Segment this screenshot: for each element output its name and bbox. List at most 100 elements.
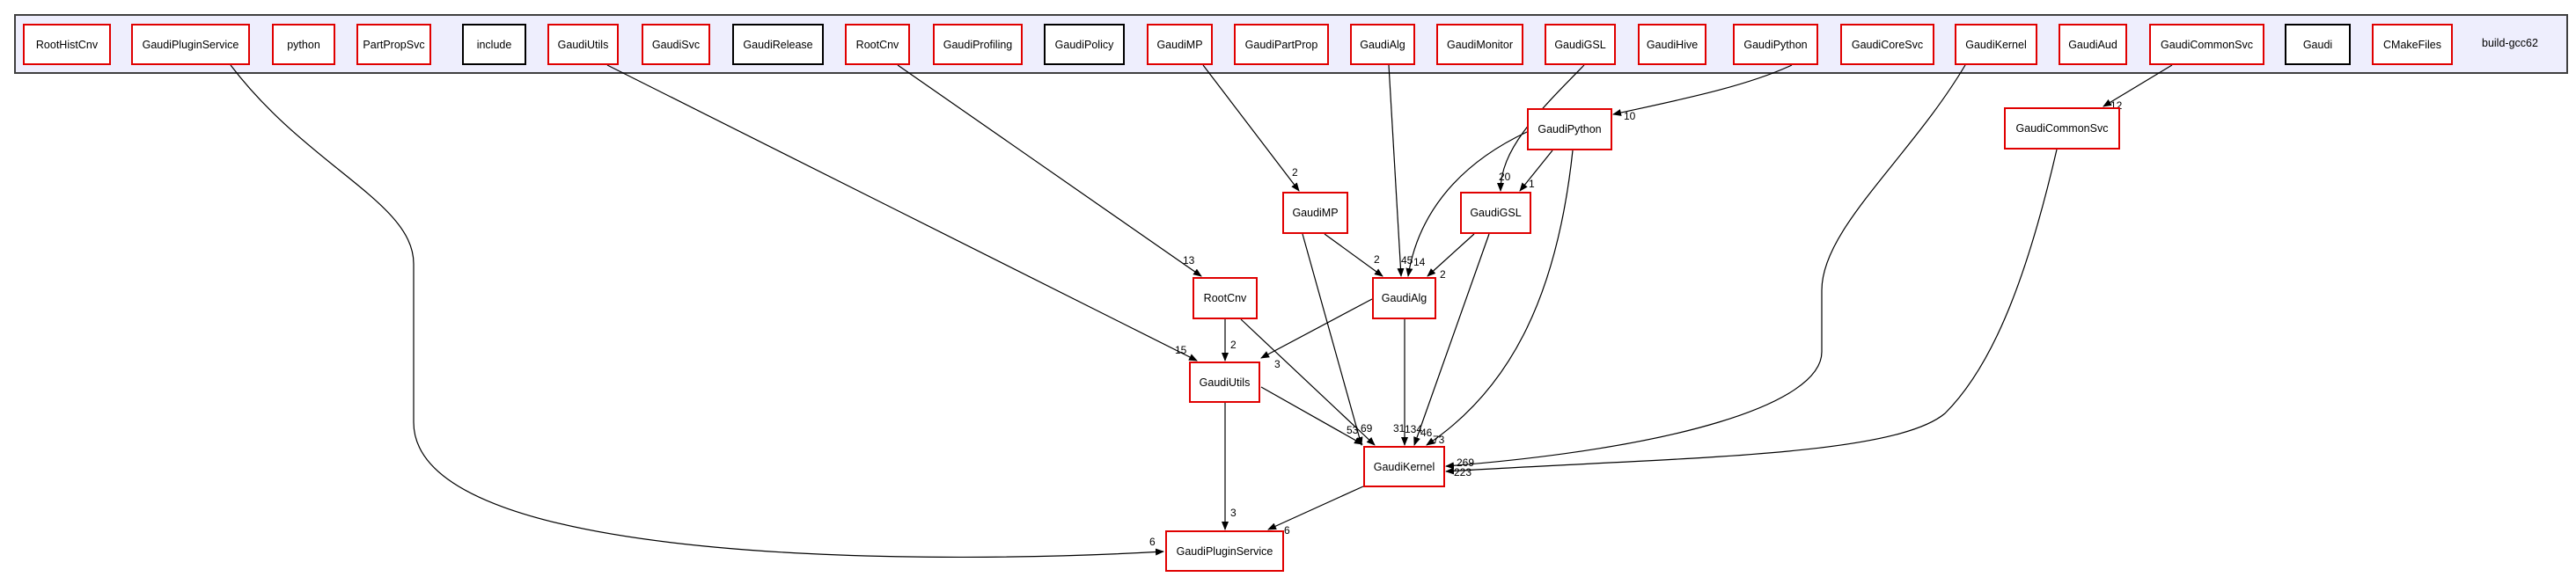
edge-top-gaudimp-to-gaudimp (1202, 64, 1300, 192)
node-label: GaudiPluginService (1176, 544, 1273, 558)
edge-label[interactable]: 2 (1374, 253, 1380, 266)
node-gaudimp[interactable]: GaudiMP (1282, 192, 1348, 234)
node-label: GaudiSvc (651, 38, 701, 51)
edge-top-gaudipython-to-gaudipython (1612, 64, 1793, 116)
node-label: RootCnv (1203, 292, 1247, 304)
node-label: GaudiPolicy (1054, 38, 1114, 51)
node-label: GaudiUtils (1199, 376, 1251, 389)
node-gaudipython[interactable]: GaudiPython (1527, 108, 1612, 150)
cluster-node-gaudi[interactable]: Gaudi (2285, 24, 2351, 65)
node-label: include (476, 38, 512, 51)
edge-label[interactable]: 69 (1361, 422, 1373, 435)
edge-label[interactable]: 14 (1413, 256, 1426, 268)
node-label: GaudiRelease (743, 38, 813, 51)
edge-label[interactable]: 46 (1420, 427, 1433, 439)
cluster-node-partpropsvc[interactable]: PartPropSvc (356, 24, 431, 65)
cluster-node-gaudigsl[interactable]: GaudiGSL (1545, 24, 1616, 65)
edge-label[interactable]: 3 (1274, 358, 1281, 370)
cluster-node-gaudiutils[interactable]: GaudiUtils (547, 24, 619, 65)
edge-label[interactable]: 2 (1292, 166, 1298, 179)
edge-label[interactable]: 73 (1433, 434, 1445, 446)
node-label: RootHistCnv (35, 38, 99, 51)
node-label: GaudiCommonSvc (2161, 38, 2253, 51)
cluster-node-gaudirelease[interactable]: GaudiRelease (732, 24, 824, 65)
node-label: GaudiAlg (1381, 292, 1427, 304)
node-gaudigsl[interactable]: GaudiGSL (1460, 192, 1531, 234)
edge-label[interactable]: 31 (1393, 422, 1405, 435)
cluster-node-roothistcnv[interactable]: RootHistCnv (23, 24, 111, 65)
node-label: GaudiCoreSvc (1851, 38, 1924, 51)
edge-gaudikernel-to-gaudipluginservice (1267, 486, 1364, 530)
node-label: GaudiPartProp (1244, 38, 1318, 51)
node-label: GaudiMP (1156, 38, 1203, 51)
node-label: python (287, 38, 320, 51)
node-label: GaudiMP (1292, 207, 1339, 219)
cluster-node-gaudialg[interactable]: GaudiAlg (1350, 24, 1415, 65)
cluster-node-gaudihive[interactable]: GaudiHive (1638, 24, 1706, 65)
cluster-node-rootcnv[interactable]: RootCnv (845, 24, 910, 65)
edge-top-gaudialg-to-gaudialg (1388, 64, 1405, 277)
node-label: PartPropSvc (363, 38, 425, 51)
node-label: GaudiPluginService (142, 38, 239, 51)
node-label: GaudiUtils (557, 38, 609, 51)
node-label: GaudiGSL (1554, 38, 1606, 51)
node-gaudialg[interactable]: GaudiAlg (1372, 277, 1436, 319)
edge-top-gaudiutils-to-gaudiutils (606, 64, 1198, 362)
cluster-node-gaudicommonsvc[interactable]: GaudiCommonSvc (2149, 24, 2264, 65)
edge-label[interactable]: 6 (1149, 536, 1156, 548)
node-label: GaudiPython (1743, 38, 1808, 51)
node-label: GaudiAlg (1360, 38, 1405, 51)
node-label: Gaudi (2302, 38, 2333, 51)
node-label: GaudiKernel (1965, 38, 2027, 51)
edge-label[interactable]: 223 (1454, 466, 1471, 478)
node-gaudiutils[interactable]: GaudiUtils (1189, 362, 1260, 403)
edge-top-gaudipluginservice-to-gaudipluginservice (230, 64, 1164, 559)
cluster-node-gaudipython[interactable]: GaudiPython (1733, 24, 1818, 65)
edge-label[interactable]: 10 (1624, 110, 1636, 122)
edge-label[interactable]: 6 (1284, 524, 1290, 537)
cluster-node-gaudipartprop[interactable]: GaudiPartProp (1234, 24, 1329, 65)
edge-gaudimp-to-gaudikernel (1302, 233, 1363, 446)
dependency-graph: build-gcc62 6 15 13 2 45 20 10 269 12 1 14 73 2 31 2 46… (0, 0, 2576, 577)
edge-gaudipython-to-gaudigsl (1519, 150, 1553, 192)
node-gaudipluginservice[interactable]: GaudiPluginService (1165, 530, 1284, 572)
edge-label[interactable]: 1 (1529, 178, 1535, 190)
node-gaudicommonsvc[interactable]: GaudiCommonSvc (2004, 107, 2120, 150)
node-label: GaudiKernel (1373, 460, 1435, 473)
edge-gaudicommonsvc-to-gaudikernel (1445, 149, 2058, 475)
edge-label[interactable]: 13 (1183, 254, 1195, 267)
cluster-node-gaudipluginservice[interactable]: GaudiPluginService (131, 24, 250, 65)
cluster-node-include[interactable]: include (462, 24, 526, 65)
node-label: RootCnv (855, 38, 899, 51)
edge-label[interactable]: 15 (1175, 344, 1187, 356)
node-label: GaudiMonitor (1446, 38, 1514, 51)
edge-label[interactable]: 20 (1499, 171, 1511, 183)
node-label: GaudiAud (2068, 38, 2117, 51)
cluster-node-gaudicoresvc[interactable]: GaudiCoreSvc (1840, 24, 1934, 65)
edge-label[interactable]: 134 (1405, 423, 1422, 435)
cluster-node-python[interactable]: python (272, 24, 335, 65)
cluster-node-gaudiprofiling[interactable]: GaudiProfiling (933, 24, 1023, 65)
edge-label[interactable]: 53 (1347, 424, 1359, 436)
cluster-node-gaudiaud[interactable]: GaudiAud (2059, 24, 2127, 65)
node-rootcnv[interactable]: RootCnv (1193, 277, 1258, 319)
edges-layer: 6151324520102691211473231246269313453362… (230, 64, 2173, 559)
edge-label[interactable]: 2 (1230, 339, 1237, 351)
node-label: GaudiCommonSvc (2015, 122, 2109, 135)
cluster-node-cmakefiles[interactable]: CMakeFiles (2372, 24, 2453, 65)
cluster-node-gaudisvc[interactable]: GaudiSvc (642, 24, 710, 65)
edge-gaudigsl-to-gaudikernel (1413, 233, 1490, 446)
cluster-node-gaudimp[interactable]: GaudiMP (1147, 24, 1213, 65)
edge-top-rootcnv-to-rootcnv (897, 64, 1202, 277)
edge-gaudialg-to-gaudiutils (1260, 298, 1373, 359)
edge-label[interactable]: 2 (1440, 268, 1446, 281)
edge-gaudigsl-to-gaudialg (1427, 233, 1475, 277)
cluster-node-gaudikernel[interactable]: GaudiKernel (1955, 24, 2037, 65)
node-label: GaudiPython (1538, 123, 1602, 135)
node-gaudikernel[interactable]: GaudiKernel (1363, 446, 1445, 487)
cluster-node-gaudimonitor[interactable]: GaudiMonitor (1436, 24, 1523, 65)
edge-label[interactable]: 3 (1230, 507, 1237, 519)
edge-top-gaudikernel-to-gaudikernel (1445, 64, 1966, 470)
cluster-node-gaudipolicy[interactable]: GaudiPolicy (1044, 24, 1125, 65)
node-label: CMakeFiles (2383, 38, 2441, 51)
